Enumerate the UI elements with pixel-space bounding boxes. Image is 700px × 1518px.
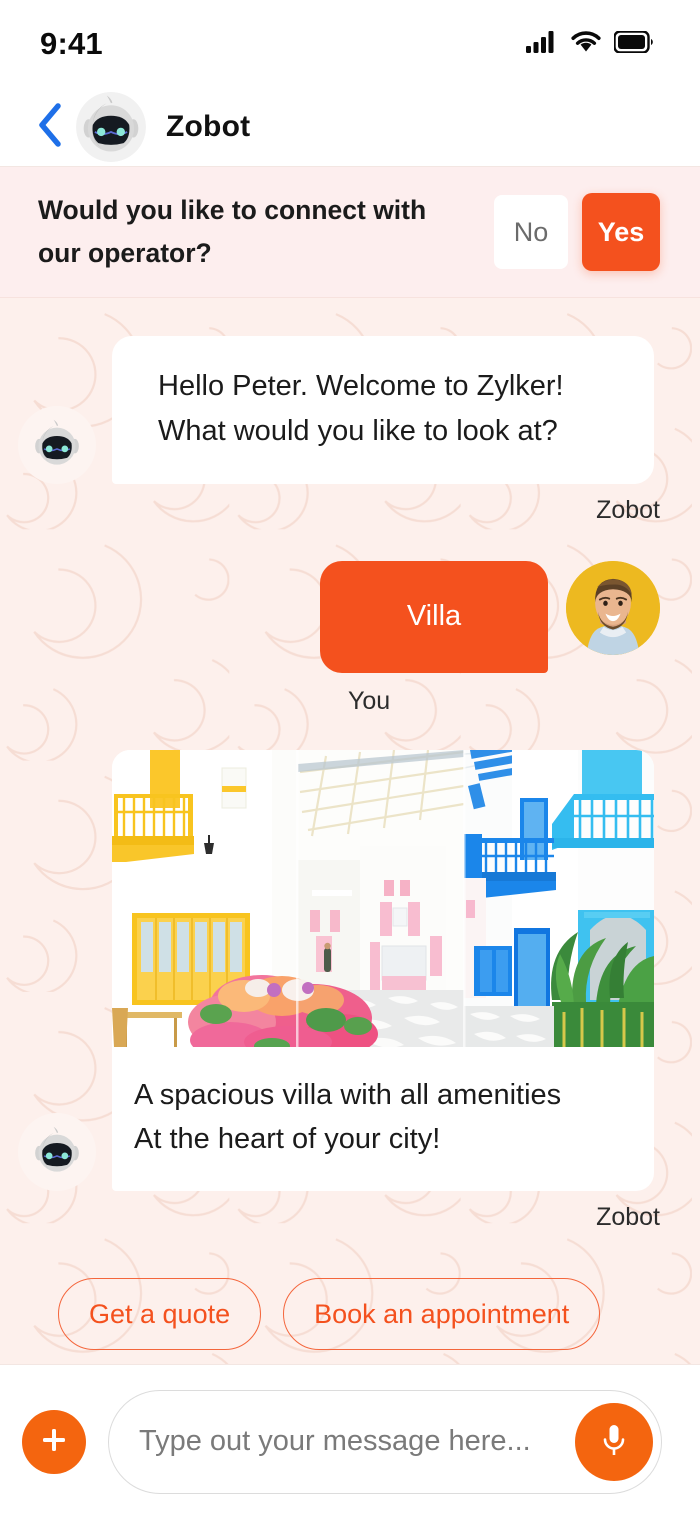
nav-bar: Zobot xyxy=(0,88,700,167)
operator-prompt-bar: Would you like to connect with our opera… xyxy=(0,167,700,298)
message-input[interactable] xyxy=(139,1425,575,1458)
property-card-caption: A spacious villa with all amenities At t… xyxy=(112,1047,654,1191)
message-list: Hello Peter. Welcome to Zylker! What wou… xyxy=(0,298,700,1364)
suggestion-chips: Get a quote Book an appointment xyxy=(18,1278,660,1351)
voice-input-button[interactable] xyxy=(575,1402,653,1481)
zobot-avatar xyxy=(18,405,96,484)
message-input-wrapper[interactable] xyxy=(108,1389,662,1494)
operator-prompt-question: Would you like to connect with our opera… xyxy=(38,195,427,268)
message-bot-card: A spacious villa with all amenities At t… xyxy=(18,749,660,1192)
battery-icon xyxy=(613,29,654,58)
back-button[interactable] xyxy=(30,101,70,153)
message-sender-label: Zobot xyxy=(596,1203,660,1232)
status-icons xyxy=(526,29,654,58)
villa-photo xyxy=(112,749,654,1047)
attach-button[interactable] xyxy=(22,1409,86,1474)
page-title: Zobot xyxy=(166,110,251,143)
card-caption-line2: At the heart of your city! xyxy=(134,1122,441,1155)
message-bubble: Hello Peter. Welcome to Zylker! What wou… xyxy=(112,336,654,484)
wifi-icon xyxy=(571,30,601,58)
message-bubble: Villa xyxy=(320,560,548,673)
message-bot-text: Hello Peter. Welcome to Zylker! What wou… xyxy=(18,336,660,484)
property-card[interactable]: A spacious villa with all amenities At t… xyxy=(112,749,654,1192)
message-sender-label: Zobot xyxy=(596,495,660,524)
message-sender-label: You xyxy=(348,686,391,715)
message-user-text: Villa xyxy=(18,560,660,673)
chevron-left-icon xyxy=(37,102,63,153)
microphone-icon xyxy=(597,1421,631,1462)
cellular-signal-icon xyxy=(526,30,558,58)
zobot-avatar xyxy=(18,1113,96,1192)
message-text: Hello Peter. Welcome to Zylker! What wou… xyxy=(158,370,564,447)
chat-area[interactable]: Hello Peter. Welcome to Zylker! What wou… xyxy=(0,298,700,1364)
message-composer xyxy=(0,1364,700,1518)
card-caption-line1: A spacious villa with all amenities xyxy=(134,1078,562,1111)
chip-book-an-appointment[interactable]: Book an appointment xyxy=(283,1278,601,1351)
chat-screen: 9:41 Zobot Would you like to connect wit… xyxy=(0,0,700,1518)
status-time: 9:41 xyxy=(40,26,103,61)
chip-get-a-quote[interactable]: Get a quote xyxy=(58,1278,262,1351)
operator-no-button[interactable]: No xyxy=(494,195,568,269)
user-avatar xyxy=(566,560,660,655)
operator-yes-button[interactable]: Yes xyxy=(582,193,660,271)
zobot-avatar-header xyxy=(76,92,146,162)
status-bar: 9:41 xyxy=(0,0,700,88)
operator-prompt-actions: No Yes xyxy=(494,193,660,271)
plus-icon xyxy=(39,1425,69,1458)
